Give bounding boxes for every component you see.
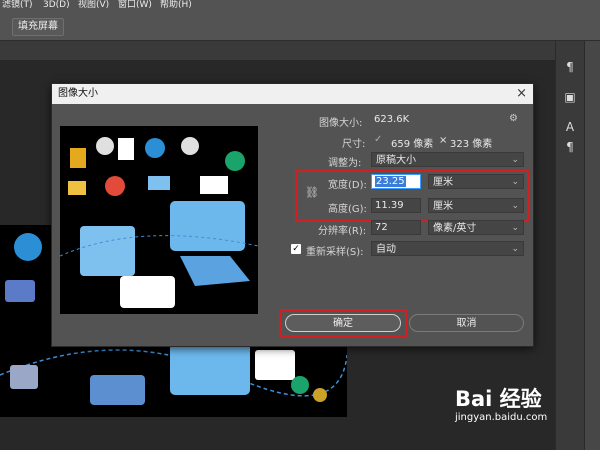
link-chain-icon[interactable]: ⛓ xyxy=(305,186,319,199)
chevron-down-icon: ⌄ xyxy=(511,177,519,187)
chevron-down-icon: ⌄ xyxy=(511,155,519,165)
preview-artwork xyxy=(60,126,258,314)
height-input[interactable]: 11.39 xyxy=(371,198,421,213)
ok-button[interactable]: 确定 xyxy=(285,314,401,332)
resample-select[interactable]: 自动 ⌄ xyxy=(371,241,524,256)
fit-to-value: 原稿大小 xyxy=(376,155,416,166)
dimensions-width: 659 像素 xyxy=(391,139,434,150)
paragraph-icon[interactable]: ¶ xyxy=(562,139,578,155)
watermark-url: jingyan.baidu.com xyxy=(455,412,548,423)
type-tool-icon[interactable]: A xyxy=(562,119,578,135)
image-size-value: 623.6K xyxy=(374,114,410,125)
chevron-down-icon: ⌄ xyxy=(511,223,519,233)
menu-help[interactable]: 帮助(H) xyxy=(160,0,192,11)
height-unit-value: 厘米 xyxy=(433,201,453,212)
resolution-input[interactable]: 72 xyxy=(371,220,421,235)
cancel-button[interactable]: 取消 xyxy=(409,314,524,332)
menu-view[interactable]: 视图(V) xyxy=(78,0,109,11)
width-unit-value: 厘米 xyxy=(433,177,453,188)
dimensions-toggle-icon[interactable]: ✓ xyxy=(374,134,382,145)
dimensions-height: 323 像素 xyxy=(450,139,493,150)
document-tab-strip xyxy=(0,41,555,60)
image-size-dialog: 图像大小 × 图像大小: 623.6K ⚙ 尺寸: ✓ 659 像素 × 323… xyxy=(51,83,534,347)
width-unit-select[interactable]: 厘米 ⌄ xyxy=(428,174,524,189)
right-tool-column: ¶ ▣ A ¶ xyxy=(555,41,584,450)
dialog-title-bar: 图像大小 × xyxy=(52,84,533,104)
resample-label: 重新采样(S): xyxy=(306,247,364,258)
menu-3d[interactable]: 3D(D) xyxy=(43,0,70,11)
image-preview[interactable] xyxy=(60,126,258,314)
baidu-watermark: Bai 经验 jingyan.baidu.com xyxy=(455,383,547,423)
close-icon[interactable]: × xyxy=(516,84,527,104)
menu-bar: 滤镜(T) 3D(D) 视图(V) 窗口(W) 帮助(H) xyxy=(0,0,600,12)
chevron-down-icon: ⌄ xyxy=(511,244,519,254)
resolution-unit-select[interactable]: 像素/英寸 ⌄ xyxy=(428,220,524,235)
image-size-label: 图像大小: xyxy=(319,118,363,129)
fit-to-select[interactable]: 原稿大小 ⌄ xyxy=(371,152,524,167)
resolution-unit-value: 像素/英寸 xyxy=(433,223,477,234)
height-value: 11.39 xyxy=(375,200,404,211)
watermark-brand: Bai 经验 xyxy=(455,387,542,411)
fill-screen-button[interactable]: 填充屏幕 xyxy=(12,18,64,36)
resolution-value: 72 xyxy=(375,222,388,233)
height-unit-select[interactable]: 厘米 ⌄ xyxy=(428,198,524,213)
options-bar: 填充屏幕 xyxy=(0,12,600,41)
gear-icon[interactable]: ⚙ xyxy=(509,113,518,124)
resample-value: 自动 xyxy=(376,244,396,255)
dimensions-label: 尺寸: xyxy=(342,139,366,150)
menu-window[interactable]: 窗口(W) xyxy=(118,0,152,11)
dimensions-times: × xyxy=(439,135,448,146)
paragraph-text-icon[interactable]: ¶ xyxy=(562,59,578,75)
menu-filter[interactable]: 滤镜(T) xyxy=(2,0,33,11)
chevron-down-icon: ⌄ xyxy=(511,201,519,211)
width-label: 宽度(D): xyxy=(328,180,367,191)
height-label: 高度(G): xyxy=(328,204,367,215)
character-styles-icon[interactable]: ▣ xyxy=(562,89,578,105)
width-input[interactable]: 23.25 xyxy=(371,174,421,189)
resample-checkbox[interactable]: ✓ xyxy=(291,244,301,254)
dialog-title: 图像大小 xyxy=(58,88,98,99)
right-panel-edge xyxy=(584,41,600,450)
width-value: 23.25 xyxy=(375,176,406,187)
fit-to-label: 调整为: xyxy=(328,158,362,169)
resolution-label: 分辨率(R): xyxy=(318,226,367,237)
